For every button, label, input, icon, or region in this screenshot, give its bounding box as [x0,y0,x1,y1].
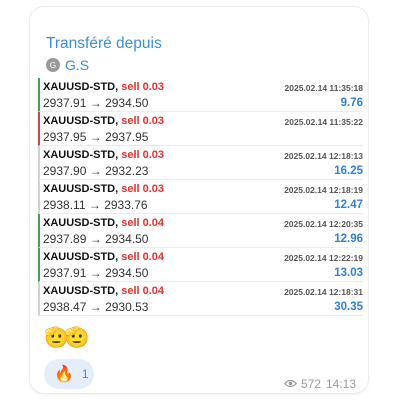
trade-profit: 9.76 [340,97,363,109]
trade-row: XAUUSD-STD, sell 0.04 2938.47 → 2930.53 … [38,282,363,316]
trade-side: sell 0.03 [121,149,165,161]
trade-profit: 12.96 [334,233,363,245]
trade-time: 2025.02.14 12:22:19 [284,253,363,263]
trade-prices: 2937.95 → 2937.95 [43,130,149,144]
trade-profit: 30.35 [334,301,363,313]
trade-prices: 2937.89 → 2934.50 [43,232,149,246]
trade-prices: 2937.91 → 2934.50 [43,266,149,280]
trade-row: XAUUSD-STD, sell 0.03 2937.90 → 2932.23 … [38,146,363,180]
trade-prices: 2938.47 → 2930.53 [43,300,149,314]
trade-row: XAUUSD-STD, sell 0.03 2937.95 → 2937.95 … [38,112,363,146]
trade-symbol: XAUUSD-STD, sell 0.03 [43,149,165,161]
eye-icon [283,377,297,391]
trade-symbol: XAUUSD-STD, sell 0.03 [43,81,165,93]
message-time: 14:13 [325,377,356,391]
trade-time: 2025.02.14 11:35:22 [284,117,363,127]
trade-symbol: XAUUSD-STD, sell 0.04 [43,285,165,297]
trade-row: XAUUSD-STD, sell 0.03 2938.11 → 2933.76 … [38,180,363,214]
trade-side: sell 0.04 [121,251,165,263]
author-name[interactable]: G.S [65,57,89,73]
trade-list: XAUUSD-STD, sell 0.03 2937.91 → 2934.50 … [38,78,363,316]
trade-row: XAUUSD-STD, sell 0.04 2937.89 → 2934.50 … [38,214,363,248]
trade-prices: 2937.91 → 2934.50 [43,96,149,110]
trade-prices: 2937.90 → 2932.23 [43,164,149,178]
trade-profit: 12.47 [334,199,363,211]
view-count: 572 [300,377,321,391]
reaction-count: 1 [81,367,89,381]
trade-side: sell 0.03 [121,81,165,93]
trade-side: sell 0.03 [121,115,165,127]
trade-time: 2025.02.14 12:18:31 [284,287,363,297]
reaction-fire-button[interactable]: 🔥 1 [44,359,94,389]
trade-time: 2025.02.14 11:35:18 [284,83,363,93]
trade-time: 2025.02.14 12:18:19 [284,185,363,195]
author-avatar[interactable]: G [46,58,60,72]
forwarded-author[interactable]: G G.S [46,56,89,74]
trade-side: sell 0.04 [121,217,165,229]
forwarded-from-label: Transféré depuis [46,35,162,52]
trade-row: XAUUSD-STD, sell 0.04 2937.91 → 2934.50 … [38,248,363,282]
fire-icon: 🔥 [54,366,74,383]
trade-symbol: XAUUSD-STD, sell 0.04 [43,217,165,229]
trade-row: XAUUSD-STD, sell 0.03 2937.91 → 2934.50 … [38,78,363,112]
trade-symbol: XAUUSD-STD, sell 0.04 [43,251,165,263]
trade-profit: 16.25 [334,165,363,177]
message-bubble[interactable]: Transféré depuis G G.S XAUUSD-STD, sell … [30,7,368,393]
trade-prices: 2938.11 → 2933.76 [43,198,148,212]
trade-symbol: XAUUSD-STD, sell 0.03 [43,115,165,127]
salute-emoji: 🫡🫡 [44,327,90,349]
trade-side: sell 0.03 [121,183,165,195]
trade-symbol: XAUUSD-STD, sell 0.03 [43,183,165,195]
trade-time: 2025.02.14 12:20:35 [284,219,363,229]
message-meta: 572 14:13 [283,377,356,391]
trade-side: sell 0.04 [121,285,165,297]
trade-profit: 13.03 [334,267,363,279]
trade-time: 2025.02.14 12:18:13 [284,151,363,161]
